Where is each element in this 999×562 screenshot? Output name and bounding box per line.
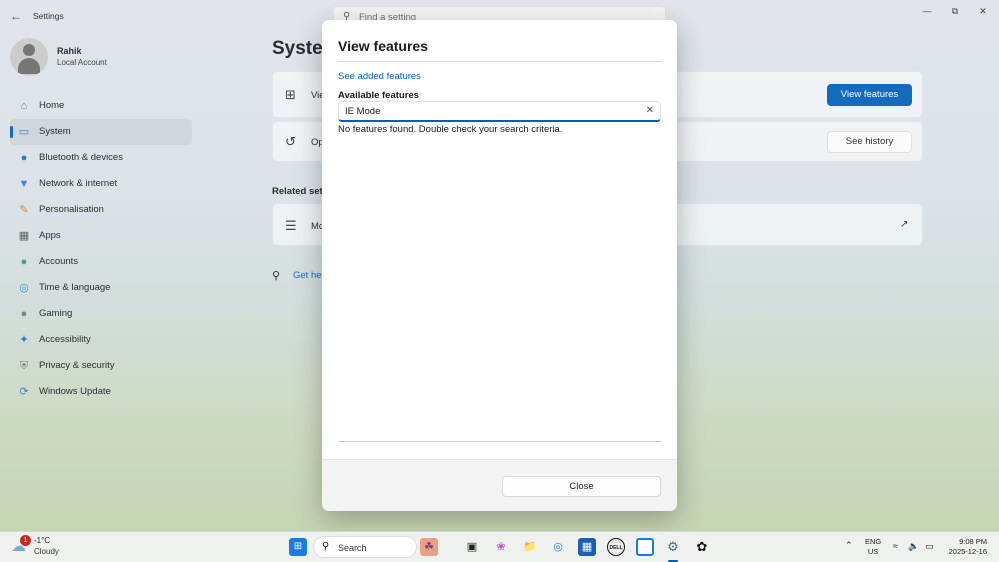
taskbar: ☁ 1 -1°C Cloudy ⊞ ⚲ Search ☘ ▣ ❀ 📁 ◎ ▦ D… — [0, 531, 999, 562]
clock-date: 2025-12-16 — [948, 547, 987, 556]
close-button[interactable]: Close — [502, 476, 661, 497]
weather-temperature[interactable]: -1°C — [34, 536, 50, 545]
store-icon[interactable]: ▦ — [578, 538, 596, 556]
clock-time: 9:08 PM — [959, 537, 987, 546]
copilot-icon[interactable]: ❀ — [492, 538, 510, 556]
dell-icon[interactable]: DELL — [607, 538, 625, 556]
clock[interactable]: 9:08 PM 2025-12-16 — [949, 537, 987, 557]
battery-icon[interactable]: ▭ — [925, 541, 934, 552]
wifi-icon[interactable]: ≈ — [893, 541, 898, 551]
task-view-icon[interactable]: ▣ — [463, 538, 481, 556]
region-code: US — [867, 547, 879, 556]
available-features-label: Available features — [338, 90, 419, 101]
divider — [338, 61, 662, 62]
start-icon[interactable]: ⊞ — [289, 538, 307, 556]
view-features-dialog: View features See added features Availab… — [322, 20, 677, 511]
app-icon[interactable] — [636, 538, 654, 556]
dialog-title: View features — [338, 38, 429, 54]
language-indicator[interactable]: ENG US — [865, 537, 881, 557]
chevron-up-icon[interactable]: ⌃ — [845, 540, 853, 551]
weather-condition[interactable]: Cloudy — [34, 547, 59, 556]
settings-window: ← Settings ⚲ Find a setting — ⧉ ✕ Rahik … — [0, 0, 999, 531]
see-added-features-link[interactable]: See added features — [338, 71, 421, 82]
dialog-footer: Close — [322, 459, 677, 511]
edge-icon[interactable]: ◎ — [549, 538, 567, 556]
file-explorer-icon[interactable]: 📁 — [521, 538, 539, 556]
widgets-icon[interactable]: ☘ — [420, 538, 438, 556]
search-icon: ⚲ — [322, 541, 330, 552]
taskbar-search[interactable]: ⚲ Search — [313, 536, 417, 558]
chatgpt-icon[interactable]: ✿ — [693, 538, 711, 556]
clear-icon[interactable]: ✕ — [646, 105, 654, 116]
settings-gear-icon[interactable]: ⚙ — [664, 538, 682, 556]
volume-muted-icon[interactable]: 🔈 — [908, 541, 919, 552]
language-code: ENG — [865, 537, 882, 546]
feature-search-input[interactable]: IE Mode ✕ — [338, 101, 661, 122]
taskbar-search-label: Search — [338, 543, 367, 553]
divider — [338, 441, 662, 442]
notification-badge: 1 — [20, 535, 31, 546]
search-value: IE Mode — [345, 106, 381, 117]
no-results-message: No features found. Double check your sea… — [338, 124, 563, 135]
